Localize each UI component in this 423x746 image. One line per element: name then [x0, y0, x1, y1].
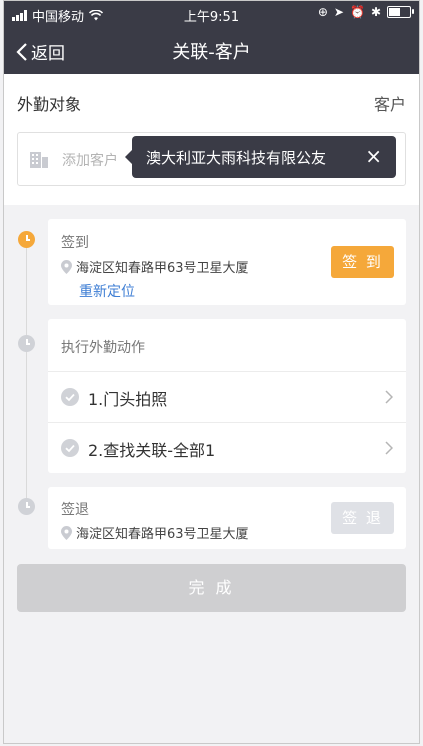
clock-icon-checkin [18, 231, 35, 248]
target-section: 外勤对象 客户 添加客户 澳大利亚大雨科技有限公友 × [4, 74, 419, 205]
action-item-label: 2.查找关联-全部1 [88, 441, 216, 460]
location-pin-icon [61, 525, 72, 540]
customer-tooltip: 澳大利亚大雨科技有限公友 × [125, 136, 396, 178]
actions-card: 执行外勤动作 1.门头拍照 2.查找关联-全部1 [48, 319, 406, 473]
actions-label: 执行外勤动作 [61, 340, 145, 356]
checkout-card: 签退 海淀区知春路甲63号卫星大厦 签 退 [48, 487, 406, 549]
timeline-line [26, 241, 27, 507]
checkin-card: 签到 海淀区知春路甲63号卫星大厦 重新定位 签 到 [48, 219, 406, 305]
checkout-label: 签退 [61, 502, 89, 518]
relocate-link[interactable]: 重新定位 [79, 281, 135, 301]
checkout-button[interactable]: 签 退 [331, 502, 394, 534]
building-icon [30, 152, 48, 168]
target-label: 外勤对象 [17, 95, 82, 114]
checkin-button[interactable]: 签 到 [331, 246, 394, 278]
action-item-label: 1.门头拍照 [88, 390, 168, 409]
action-item-find[interactable]: 2.查找关联-全部1 [48, 422, 406, 473]
battery-icon [387, 6, 414, 18]
check-circle-icon [61, 388, 79, 406]
chevron-right-icon [385, 441, 393, 455]
location-pin-icon [61, 259, 72, 274]
check-circle-icon [61, 439, 79, 457]
checkout-address: 海淀区知春路甲63号卫星大厦 [61, 523, 249, 542]
bluetooth-icon: ✱ [370, 5, 381, 19]
target-value: 客户 [373, 95, 406, 114]
target-row: 外勤对象 客户 [17, 91, 406, 115]
alarm-icon: ⏰ [349, 5, 365, 19]
customer-placeholder: 添加客户 [62, 153, 118, 169]
page-title: 关联-客户 [172, 42, 251, 63]
chevron-right-icon [385, 390, 393, 404]
lock-rotation-icon: ⊕ [317, 5, 328, 19]
nav-bar: 返回 关联-客户 [4, 27, 419, 74]
action-item-photo[interactable]: 1.门头拍照 [48, 371, 406, 422]
app-screen: 中国移动 上午9:51 ⊕ ➤ ⏰ ✱ 返回 关联-客户 外勤对象 客户 添加客… [3, 0, 420, 744]
status-right: ⊕ ➤ ⏰ ✱ [317, 5, 414, 19]
clock-icon-actions [18, 335, 35, 352]
top-header: 中国移动 上午9:51 ⊕ ➤ ⏰ ✱ 返回 关联-客户 [4, 1, 419, 74]
status-bar: 中国移动 上午9:51 ⊕ ➤ ⏰ ✱ [4, 1, 419, 27]
checkin-address: 海淀区知春路甲63号卫星大厦 [61, 257, 249, 276]
complete-button[interactable]: 完 成 [17, 564, 406, 612]
tooltip-text: 澳大利亚大雨科技有限公友 [146, 149, 327, 167]
checkin-label: 签到 [61, 235, 89, 251]
clock-icon-checkout [18, 498, 35, 515]
checkout-address-text: 海淀区知春路甲63号卫星大厦 [76, 527, 249, 542]
checkin-address-text: 海淀区知春路甲63号卫星大厦 [76, 261, 249, 276]
close-icon[interactable]: × [365, 144, 382, 168]
location-icon: ➤ [333, 5, 344, 19]
